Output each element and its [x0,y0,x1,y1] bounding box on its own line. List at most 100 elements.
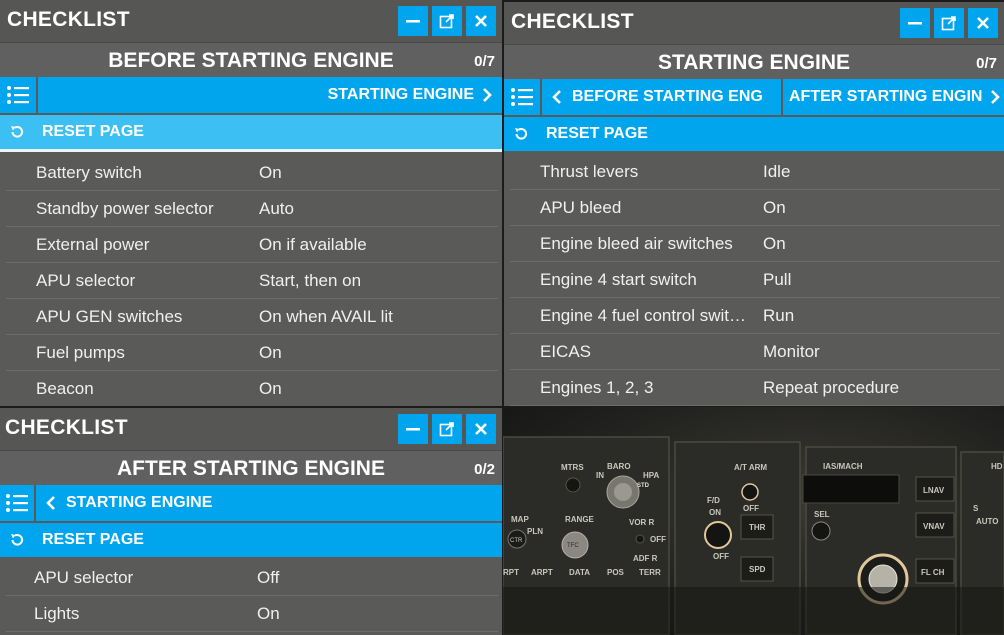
cockpit-label: ADF R [633,554,658,563]
checklist-row[interactable]: APU selector Off [6,560,498,596]
close-button[interactable] [466,414,496,444]
nav-row: STARTING ENGINE [0,485,502,521]
popout-button[interactable] [432,6,462,36]
cockpit-label: RANGE [565,515,595,524]
cockpit-label: ON [709,508,721,517]
list-menu-icon [7,86,29,104]
minimize-button[interactable] [398,414,428,444]
item-name: EICAS [540,342,592,361]
item-name: APU selector [36,271,136,290]
next-page-button[interactable]: STARTING ENGINE [38,77,502,113]
checklist-row[interactable]: Battery switch On [6,155,498,191]
prev-page-label: STARTING ENGINE [66,494,213,511]
reset-page-label: RESET PAGE [546,125,648,142]
progress-count: 0/2 [474,461,495,478]
cockpit-label: OFF [713,552,729,561]
minimize-button[interactable] [398,6,428,36]
minimize-icon [406,20,420,23]
checklist-row[interactable]: Engine bleed air switches On [510,226,1000,262]
checklist-row[interactable]: Engine 4 start switch Pull [510,262,1000,298]
popout-icon [941,16,956,31]
item-name: Fuel pumps [36,343,125,362]
checklist-row[interactable]: Thrust levers Idle [510,154,1000,190]
title-bar[interactable]: CHECKLIST [0,0,502,42]
reset-page-label: RESET PAGE [42,531,144,548]
checklist-row[interactable]: APU bleed On [510,190,1000,226]
chevron-right-icon [483,88,492,102]
cockpit-view: MTRS BARO MAP PLN RANGE VOR R OFF ADF R … [503,407,1004,635]
chevron-left-icon [552,90,561,104]
section-header: STARTING ENGINE 0/7 [504,44,1004,79]
reset-icon [11,126,24,138]
close-button[interactable] [466,6,496,36]
cockpit-label: S [973,504,979,513]
cockpit-label: CTR [510,538,523,544]
nav-row: STARTING ENGINE [0,77,502,113]
checklist-row[interactable]: APU GEN switches On when AVAIL lit [6,299,498,335]
reset-page-button[interactable]: RESET PAGE [0,115,502,152]
chevron-right-icon [991,90,1000,104]
item-name: APU GEN switches [36,307,183,326]
cockpit-label: FL CH [921,568,945,577]
checklist-row[interactable]: External power On if available [6,227,498,263]
item-value: Pull [763,270,792,289]
checklist-row[interactable]: Engines 1, 2, 3 Repeat procedure [510,370,1000,406]
checklist-row[interactable]: Lights On [6,596,498,632]
checklist-row[interactable]: Standby power selector Auto [6,191,498,227]
menu-button[interactable] [504,79,540,115]
prev-page-button[interactable]: BEFORE STARTING ENG [542,79,781,115]
item-name: Beacon [36,379,94,398]
checklist-panel-starting: CHECKLIST STARTING ENGINE 0/7 BEFORE STA… [504,2,1004,406]
checklist-items: APU selector Off Lights On [0,560,502,632]
cockpit-label: AUTO [976,517,999,526]
item-value: Start, then on [259,271,362,290]
cockpit-label: A/T ARM [734,463,767,472]
next-page-label: STARTING ENGINE [327,86,474,103]
cockpit-label: SPD [749,565,766,574]
item-value: On [257,604,280,623]
checklist-row[interactable]: Engine 4 fuel control swit… Run [510,298,1000,334]
reset-icon [515,128,528,140]
popout-button[interactable] [934,8,964,38]
minimize-button[interactable] [900,8,930,38]
checklist-row[interactable]: Beacon On [6,371,498,406]
minimize-icon [406,428,420,431]
progress-count: 0/7 [976,55,997,72]
section-header: AFTER STARTING ENGINE 0/2 [0,450,502,485]
item-value: On [763,234,786,253]
close-icon [977,17,989,29]
item-value: Monitor [763,342,820,361]
cockpit-label: F/D [707,496,720,505]
cockpit-label: ARPT [531,568,553,577]
checklist-row[interactable]: EICAS Monitor [510,334,1000,370]
list-menu-icon [6,494,28,512]
popout-button[interactable] [432,414,462,444]
checklist-row[interactable]: APU selector Start, then on [6,263,498,299]
checklist-row[interactable]: Fuel pumps On [6,335,498,371]
popout-icon [439,14,454,29]
close-button[interactable] [968,8,998,38]
item-value: Repeat procedure [763,378,900,397]
cockpit-label: IN [596,471,604,480]
item-value: Run [763,306,795,325]
window-title: CHECKLIST [511,10,634,33]
cockpit-label: BARO [607,462,631,471]
item-name: Lights [34,604,80,623]
cockpit-label: STD [637,483,650,489]
progress-count: 0/7 [474,53,495,70]
reset-page-button[interactable]: RESET PAGE [0,523,502,557]
title-bar[interactable]: CHECKLIST [504,2,1004,44]
cockpit-label: RPT [503,568,519,577]
reset-page-button[interactable]: RESET PAGE [504,117,1004,151]
menu-button[interactable] [0,77,36,113]
menu-button[interactable] [0,485,34,521]
title-bar[interactable]: CHECKLIST [0,408,502,450]
cockpit-label: SEL [814,510,830,519]
item-name: Engine bleed air switches [540,234,733,253]
item-name: APU bleed [540,198,622,217]
next-page-button[interactable]: AFTER STARTING ENGIN [783,79,1004,115]
close-icon [475,15,487,27]
prev-page-button[interactable]: STARTING ENGINE [36,485,502,521]
cockpit-label: THR [749,523,766,532]
item-name: APU selector [34,568,134,587]
